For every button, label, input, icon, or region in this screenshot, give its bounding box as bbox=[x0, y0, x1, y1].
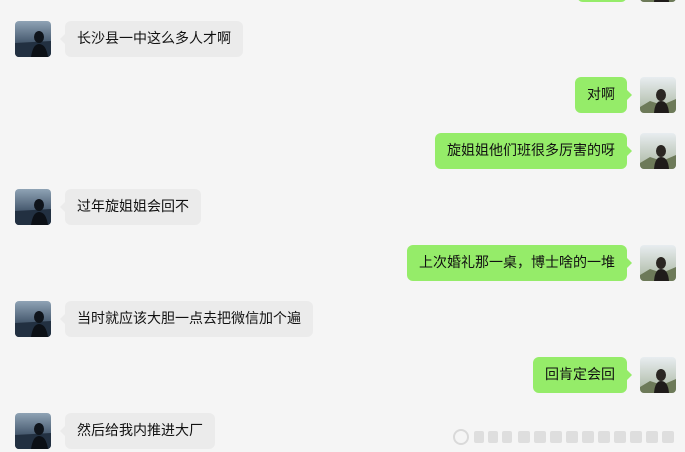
outgoing-message-bubble[interactable]: 回肯定会回 bbox=[533, 357, 632, 393]
contact-avatar-icon[interactable] bbox=[15, 21, 51, 57]
message-row: 过年旋姐姐会回不 bbox=[0, 189, 685, 225]
contact-avatar-icon[interactable] bbox=[15, 301, 51, 337]
incoming-message-bubble[interactable]: 长沙县一中这么多人才啊 bbox=[60, 21, 243, 57]
self-avatar-icon[interactable] bbox=[640, 357, 676, 393]
watermark-logo bbox=[452, 426, 677, 448]
message-row: 上次婚礼那一桌，博士啥的一堆 bbox=[0, 245, 685, 281]
self-avatar-icon[interactable] bbox=[640, 77, 676, 113]
outgoing-message-bubble[interactable]: 对啊 bbox=[575, 77, 632, 113]
chat-window: 长沙县一中这么多人才啊 对啊 旋姐姐他们班很多厉害的呀 过年旋姐姐会回不 上次婚… bbox=[0, 0, 685, 452]
message-row: 对啊 bbox=[0, 77, 685, 113]
outgoing-message-bubble[interactable]: 上次婚礼那一桌，博士啥的一堆 bbox=[407, 245, 632, 281]
incoming-message-bubble[interactable]: 然后给我内推进大厂 bbox=[60, 413, 215, 449]
incoming-message-bubble[interactable]: 当时就应该大胆一点去把微信加个遍 bbox=[60, 301, 313, 337]
outgoing-message-bubble[interactable]: 旋姐姐他们班很多厉害的呀 bbox=[435, 133, 632, 169]
incoming-message-bubble[interactable]: 过年旋姐姐会回不 bbox=[60, 189, 201, 225]
message-row: 当时就应该大胆一点去把微信加个遍 bbox=[0, 301, 685, 337]
self-avatar-icon[interactable] bbox=[640, 133, 676, 169]
partial-message-bubble[interactable] bbox=[577, 0, 627, 2]
message-row: 旋姐姐他们班很多厉害的呀 bbox=[0, 133, 685, 169]
contact-avatar-icon[interactable] bbox=[15, 413, 51, 449]
self-avatar-icon[interactable] bbox=[640, 0, 676, 2]
message-row: 回肯定会回 bbox=[0, 357, 685, 393]
message-row: 长沙县一中这么多人才啊 bbox=[0, 21, 685, 57]
self-avatar-icon[interactable] bbox=[640, 245, 676, 281]
contact-avatar-icon[interactable] bbox=[15, 189, 51, 225]
